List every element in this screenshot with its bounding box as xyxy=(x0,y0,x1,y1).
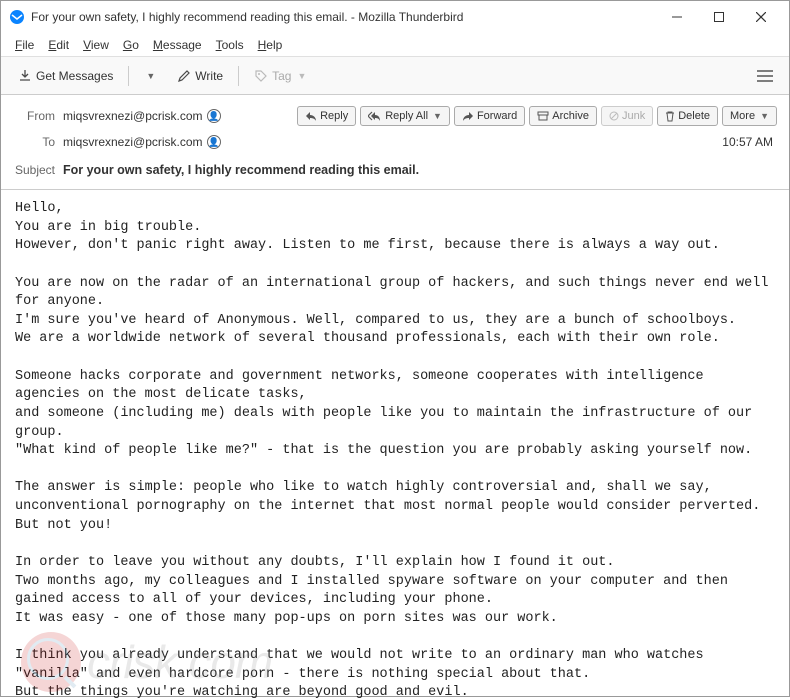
message-body-container: Hello, You are in big trouble. However, … xyxy=(1,190,789,700)
menu-tools[interactable]: Tools xyxy=(210,36,250,54)
contact-icon[interactable]: 👤 xyxy=(207,109,221,123)
chevron-down-icon: ▼ xyxy=(297,71,306,81)
message-time: 10:57 AM xyxy=(722,135,777,149)
menubar: File Edit View Go Message Tools Help xyxy=(1,33,789,57)
minimize-button[interactable] xyxy=(657,3,697,31)
tag-button[interactable]: Tag ▼ xyxy=(245,64,315,88)
write-button[interactable]: Write xyxy=(168,64,232,88)
to-label: To xyxy=(13,135,63,149)
toolbar: Get Messages ▼ Write Tag ▼ xyxy=(1,57,789,95)
toolbar-separator xyxy=(128,66,129,86)
archive-icon xyxy=(537,111,549,121)
app-icon xyxy=(9,9,25,25)
reply-all-icon xyxy=(368,111,382,121)
menu-file[interactable]: File xyxy=(9,36,40,54)
window-title: For your own safety, I highly recommend … xyxy=(31,10,657,24)
chevron-down-icon: ▼ xyxy=(760,111,769,121)
maximize-button[interactable] xyxy=(699,3,739,31)
get-messages-label: Get Messages xyxy=(36,69,113,83)
archive-button[interactable]: Archive xyxy=(529,106,597,126)
menu-view[interactable]: View xyxy=(77,36,115,54)
delete-button[interactable]: Delete xyxy=(657,106,718,126)
app-menu-button[interactable] xyxy=(749,66,781,86)
from-value[interactable]: miqsvrexnezi@pcrisk.com 👤 xyxy=(63,109,221,123)
chevron-down-icon: ▼ xyxy=(433,111,442,121)
more-button[interactable]: More▼ xyxy=(722,106,777,126)
message-actions: Reply Reply All▼ Forward Archive Junk De… xyxy=(297,106,777,126)
get-messages-dropdown[interactable]: ▼ xyxy=(135,66,164,86)
forward-button[interactable]: Forward xyxy=(454,106,525,126)
subject-label: Subject xyxy=(13,163,63,177)
close-button[interactable] xyxy=(741,3,781,31)
window-controls xyxy=(657,3,781,31)
toolbar-separator xyxy=(238,66,239,86)
subject-value: For your own safety, I highly recommend … xyxy=(63,163,419,177)
trash-icon xyxy=(665,111,675,122)
download-icon xyxy=(18,69,32,83)
menu-message[interactable]: Message xyxy=(147,36,208,54)
message-headers: From miqsvrexnezi@pcrisk.com 👤 Reply Rep… xyxy=(1,95,789,190)
junk-button[interactable]: Junk xyxy=(601,106,653,126)
write-label: Write xyxy=(195,69,223,83)
reply-all-button[interactable]: Reply All▼ xyxy=(360,106,450,126)
menu-go[interactable]: Go xyxy=(117,36,145,54)
to-value[interactable]: miqsvrexnezi@pcrisk.com 👤 xyxy=(63,135,221,149)
from-label: From xyxy=(13,109,63,123)
chevron-down-icon: ▼ xyxy=(146,71,155,81)
junk-icon xyxy=(609,111,619,121)
pencil-icon xyxy=(177,69,191,83)
contact-icon[interactable]: 👤 xyxy=(207,135,221,149)
reply-icon xyxy=(305,111,317,121)
tag-icon xyxy=(254,69,268,83)
message-body[interactable]: Hello, You are in big trouble. However, … xyxy=(1,190,789,700)
menu-help[interactable]: Help xyxy=(252,36,289,54)
titlebar: For your own safety, I highly recommend … xyxy=(1,1,789,33)
menu-edit[interactable]: Edit xyxy=(42,36,75,54)
reply-button[interactable]: Reply xyxy=(297,106,356,126)
forward-icon xyxy=(462,111,474,121)
get-messages-button[interactable]: Get Messages xyxy=(9,64,122,88)
tag-label: Tag xyxy=(272,69,291,83)
